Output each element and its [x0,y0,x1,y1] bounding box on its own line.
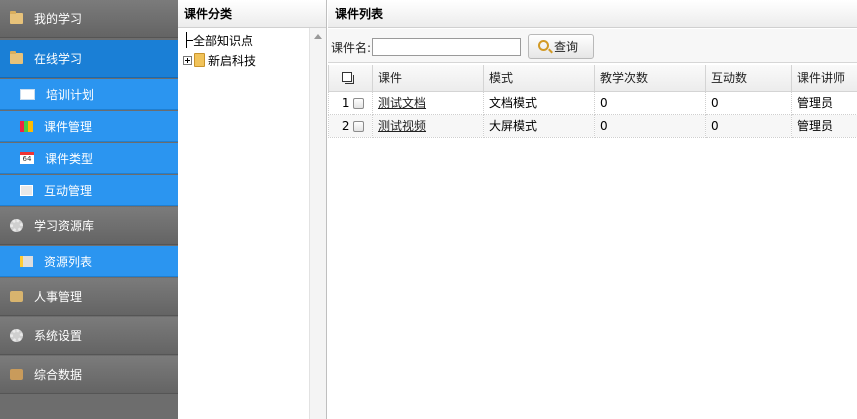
teach-count-cell: 0 [594,90,706,115]
list-icon [20,255,33,267]
tree-scrollbar[interactable] [309,28,326,419]
box-icon [10,369,23,380]
mode-cell: 大屏模式 [483,113,595,138]
gear-icon [10,329,23,342]
nav-courseware-type[interactable]: 64 课件类型 [0,143,178,174]
plan-icon [20,88,35,100]
nav-label: 系统设置 [34,329,83,343]
expand-icon[interactable] [183,55,192,65]
row-checkbox-cell[interactable] [352,90,373,115]
nav-label: 我的学习 [34,12,83,26]
nav-courseware-management[interactable]: 课件管理 [0,111,178,142]
course-list-panel: 课件列表 课件名: 查询 课件 模式 教学次数 互动数 课件讲师 1 测试文档 … [328,0,857,419]
column-header[interactable]: 课件 [372,65,484,92]
table-row[interactable]: 2 测试视频 大屏模式 0 0 管理员 [328,113,857,138]
nav-sub-label: 课件类型 [45,151,94,166]
row-number: 2 [328,113,353,138]
nav-label: 学习资源库 [34,219,95,233]
folder-icon [10,51,23,64]
nav-my-learning[interactable]: 我的学习 [0,0,178,38]
tree-node-all[interactable]: 全部知识点 [183,32,253,48]
tree-panel-title: 课件分类 [178,0,326,28]
calendar-icon: 64 [20,152,34,164]
lecturer-cell: 管理员 [791,90,857,115]
nav-interaction-management[interactable]: 互动管理 [0,175,178,206]
course-name-cell: 测试视频 [372,113,484,138]
tree-node-label: 全部知识点 [193,33,254,48]
nav-sub-label: 资源列表 [44,254,93,269]
search-icon [538,40,549,51]
row-checkbox-cell[interactable] [352,113,373,138]
column-header[interactable]: 模式 [483,65,595,92]
table-row[interactable]: 1 测试文档 文档模式 0 0 管理员 [328,90,857,115]
column-header[interactable]: 教学次数 [594,65,706,92]
course-table: 课件 模式 教学次数 互动数 课件讲师 1 测试文档 文档模式 0 0 管理员 … [328,65,857,138]
mode-cell: 文档模式 [483,90,595,115]
nav-label: 综合数据 [34,368,83,382]
tree-node-label: 新启科技 [208,53,257,68]
person-icon [10,291,23,302]
sidebar: 我的学习 在线学习 培训计划 课件管理 64 课件类型 互动管理 学习资源库 资… [0,0,178,419]
nav-personnel[interactable]: 人事管理 [0,278,178,316]
nav-comprehensive-data[interactable]: 综合数据 [0,356,178,394]
nav-resource-library[interactable]: 学习资源库 [0,207,178,245]
select-all-icon[interactable] [342,71,354,84]
nav-training-plan[interactable]: 培训计划 [0,79,178,110]
nav-label: 在线学习 [34,52,83,66]
nav-online-learning[interactable]: 在线学习 [0,40,178,78]
row-checkbox[interactable] [352,120,364,132]
gear-icon [10,219,23,232]
column-header[interactable]: 互动数 [705,65,792,92]
lecturer-cell: 管理员 [791,113,857,138]
list-panel-title: 课件列表 [328,0,857,28]
nav-resource-list[interactable]: 资源列表 [0,246,178,277]
nav-sub-label: 互动管理 [44,183,93,198]
course-name-input[interactable] [372,38,521,56]
course-link[interactable]: 测试文档 [378,96,426,110]
category-tree-panel: 课件分类 全部知识点 新启科技 [178,0,327,419]
scroll-up-icon[interactable] [314,34,322,39]
nav-sub-label: 课件管理 [44,119,93,134]
table-header-row: 课件 模式 教学次数 互动数 课件讲师 [328,65,857,92]
nav-label: 人事管理 [34,290,83,304]
tree-connector [183,32,193,48]
search-label: 课件名: [331,41,372,55]
nav-system-settings[interactable]: 系统设置 [0,317,178,355]
query-button[interactable]: 查询 [528,34,594,59]
column-header[interactable]: 课件讲师 [791,65,857,92]
screen-icon [20,184,33,196]
folder-icon [10,11,23,24]
select-all-header[interactable] [328,65,373,92]
nav-sub-label: 培训计划 [46,87,95,102]
query-button-label: 查询 [554,40,579,54]
course-name-cell: 测试文档 [372,90,484,115]
teach-count-cell: 0 [594,113,706,138]
course-link[interactable]: 测试视频 [378,119,426,133]
tree-node-company[interactable]: 新启科技 [183,52,256,68]
chart-icon [20,120,33,132]
interact-count-cell: 0 [705,90,792,115]
folder-icon [194,53,205,67]
row-number: 1 [328,90,353,115]
interact-count-cell: 0 [705,113,792,138]
search-toolbar: 课件名: 查询 [328,29,857,63]
row-checkbox[interactable] [352,97,364,109]
